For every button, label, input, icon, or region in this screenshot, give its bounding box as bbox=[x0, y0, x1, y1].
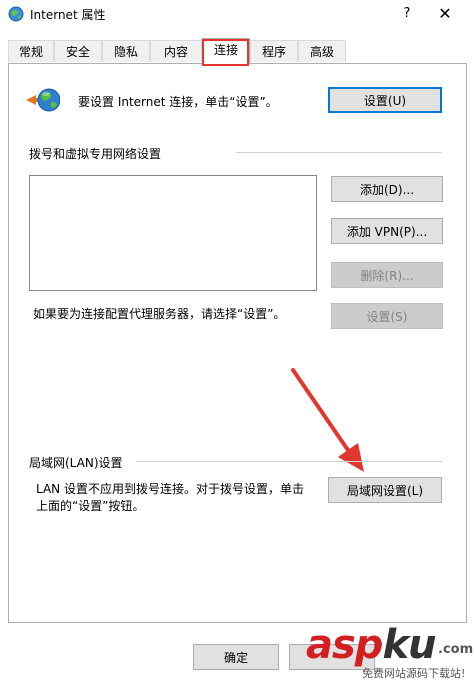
setup-button[interactable]: 设置(U) bbox=[328, 87, 442, 113]
red-arrow-annotation bbox=[291, 368, 364, 472]
watermark-subtitle: 免费网站源码下载站! bbox=[362, 667, 466, 680]
lan-group-label: 局域网(LAN)设置 bbox=[29, 454, 127, 471]
site-watermark: aspku .com 免费网站源码下载站! bbox=[306, 622, 474, 681]
add-connection-button[interactable]: 添加(D)... bbox=[331, 176, 443, 202]
tab-privacy[interactable]: 隐私 bbox=[102, 40, 150, 62]
tab-programs[interactable]: 程序 bbox=[250, 40, 298, 62]
active-tab-highlight bbox=[202, 39, 249, 66]
title-bar: Internet 属性 ? ✕ bbox=[0, 0, 474, 30]
internet-options-icon bbox=[8, 6, 24, 22]
connections-list[interactable] bbox=[29, 175, 317, 291]
tab-security[interactable]: 安全 bbox=[54, 40, 102, 62]
dialup-group-label: 拨号和虚拟专用网络设置 bbox=[29, 145, 166, 162]
lan-description-line1: LAN 设置不应用到拨号连接。对于拨号设置，单击 bbox=[36, 482, 304, 496]
tab-content[interactable]: 内容 bbox=[150, 40, 202, 62]
tab-advanced[interactable]: 高级 bbox=[298, 40, 346, 62]
watermark-brand: aspku bbox=[306, 622, 437, 668]
dialup-settings-button[interactable]: 设置(S) bbox=[331, 303, 443, 329]
window-title: Internet 属性 bbox=[30, 8, 106, 22]
lan-description-line2: 上面的“设置”按钮。 bbox=[36, 499, 145, 513]
globe-connection-icon bbox=[26, 88, 60, 112]
help-button[interactable]: ? bbox=[396, 4, 418, 24]
proxy-description: 如果要为连接配置代理服务器，请选择“设置”。 bbox=[33, 307, 286, 321]
lan-group-divider bbox=[136, 461, 442, 462]
setup-description: 要设置 Internet 连接，单击“设置”。 bbox=[78, 95, 278, 109]
tab-general[interactable]: 常规 bbox=[8, 40, 54, 62]
add-vpn-button[interactable]: 添加 VPN(P)... bbox=[331, 218, 443, 244]
dialup-group-divider bbox=[236, 152, 442, 153]
lan-settings-button[interactable]: 局域网设置(L) bbox=[328, 477, 442, 503]
watermark-tld: .com bbox=[438, 642, 474, 657]
ok-button[interactable]: 确定 bbox=[193, 644, 279, 670]
delete-connection-button[interactable]: 删除(R)... bbox=[331, 262, 443, 288]
close-button[interactable]: ✕ bbox=[430, 2, 460, 26]
